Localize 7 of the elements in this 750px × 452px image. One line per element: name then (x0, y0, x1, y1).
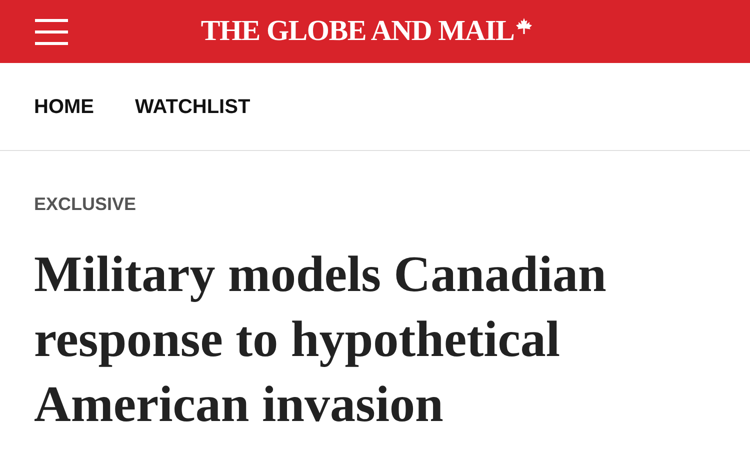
masthead-title[interactable]: THE GLOBE AND MAIL (200, 10, 514, 54)
section-label: EXCLUSIVE (34, 193, 138, 216)
maple-leaf-icon (516, 18, 532, 34)
nav-link[interactable]: HOME (34, 92, 94, 122)
nav-link[interactable]: WATCHLIST (135, 92, 250, 122)
menu-icon[interactable] (35, 18, 68, 44)
article-headline: Military models Canadian response to hypothetical American invasion (34, 246, 608, 435)
